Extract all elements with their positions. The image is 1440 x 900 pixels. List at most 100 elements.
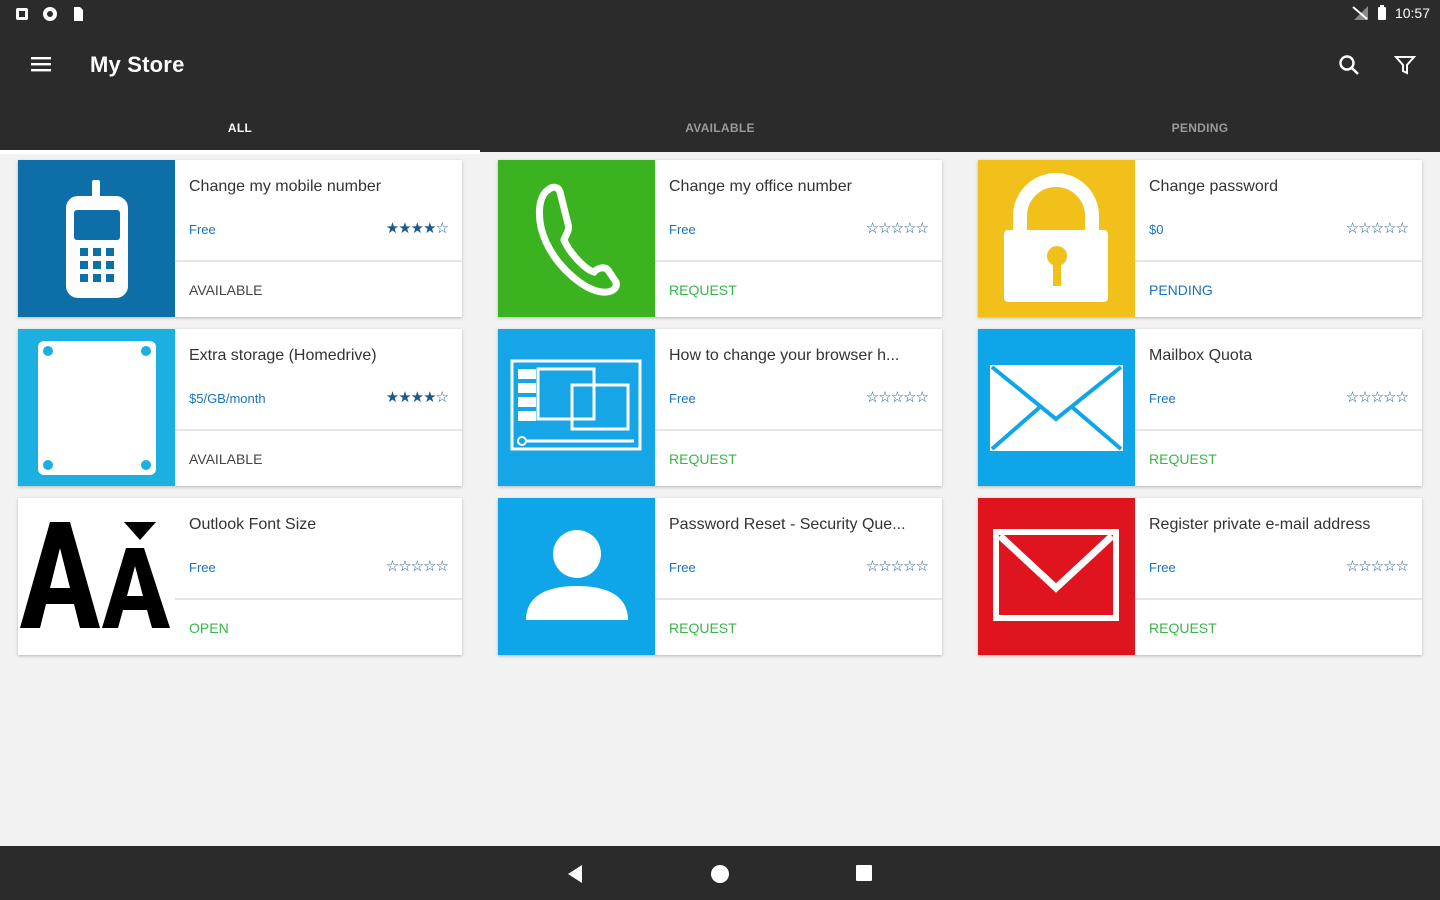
card-title: Mailbox Quota bbox=[1149, 347, 1253, 364]
card-thumbnail bbox=[498, 498, 655, 655]
card-body: Change password $0 ☆☆☆☆☆ PENDING bbox=[1135, 160, 1422, 317]
menu-button[interactable] bbox=[26, 50, 56, 80]
card-divider bbox=[1135, 429, 1422, 431]
card-rating-stars: ☆☆☆☆☆ bbox=[865, 558, 929, 575]
card-title: Register private e-mail address bbox=[1149, 516, 1371, 533]
card-status[interactable]: REQUEST bbox=[1149, 620, 1217, 636]
card-body: Password Reset - Security Que... Free ☆☆… bbox=[655, 498, 942, 655]
mobile-phone-icon bbox=[66, 180, 128, 298]
catalog-card-register-private-email[interactable]: Register private e-mail address Free ☆☆☆… bbox=[978, 498, 1422, 655]
home-icon bbox=[711, 865, 729, 883]
card-thumbnail bbox=[978, 329, 1135, 486]
card-status[interactable]: REQUEST bbox=[669, 451, 737, 467]
catalog-card-extra-storage[interactable]: Extra storage (Homedrive) $5/GB/month ★★… bbox=[18, 329, 462, 486]
card-divider bbox=[655, 598, 942, 600]
notification-icon bbox=[16, 8, 28, 20]
browser-window-icon bbox=[510, 359, 642, 451]
home-button[interactable] bbox=[708, 862, 732, 886]
sync-icon bbox=[43, 7, 57, 21]
tab-bar: ALL AVAILABLE PENDING bbox=[0, 112, 1440, 154]
card-divider bbox=[655, 260, 942, 262]
card-status[interactable]: AVAILABLE bbox=[189, 282, 262, 298]
card-title: Outlook Font Size bbox=[189, 516, 317, 533]
card-divider bbox=[175, 429, 462, 431]
app-bar: My Store ALL AVAILABLE PENDING bbox=[0, 30, 1440, 154]
card-rating-stars: ☆☆☆☆☆ bbox=[1345, 389, 1409, 406]
card-rating-stars: ★★★★☆ bbox=[385, 389, 449, 406]
card-price: Free bbox=[1149, 391, 1176, 406]
font-size-icon bbox=[20, 522, 170, 628]
padlock-icon bbox=[1004, 173, 1108, 302]
tab-available[interactable]: AVAILABLE bbox=[480, 112, 960, 152]
status-bar: 10:57 bbox=[0, 0, 1440, 30]
card-price: Free bbox=[669, 391, 696, 406]
card-price: Free bbox=[669, 560, 696, 575]
card-status[interactable]: OPEN bbox=[189, 620, 229, 636]
card-thumbnail bbox=[498, 160, 655, 317]
system-nav-bar bbox=[0, 846, 1440, 900]
card-thumbnail bbox=[18, 498, 175, 655]
page-title: My Store bbox=[90, 52, 185, 77]
card-rating-stars: ☆☆☆☆☆ bbox=[865, 389, 929, 406]
card-body: Register private e-mail address Free ☆☆☆… bbox=[1135, 498, 1422, 655]
filter-button[interactable] bbox=[1390, 50, 1420, 80]
card-rating-stars: ☆☆☆☆☆ bbox=[1345, 220, 1409, 237]
card-status[interactable]: PENDING bbox=[1149, 282, 1213, 298]
card-divider bbox=[1135, 260, 1422, 262]
card-thumbnail bbox=[498, 329, 655, 486]
card-thumbnail bbox=[18, 329, 175, 486]
card-price: Free bbox=[669, 222, 696, 237]
status-right: 10:57 bbox=[1351, 5, 1430, 21]
card-thumbnail bbox=[978, 498, 1135, 655]
back-button[interactable] bbox=[564, 862, 588, 886]
catalog-card-browser-homepage[interactable]: How to change your browser h... Free ☆☆☆… bbox=[498, 329, 942, 486]
no-signal-icon bbox=[1352, 6, 1368, 20]
card-divider bbox=[175, 260, 462, 262]
catalog-card-change-office-number[interactable]: Change my office number Free ☆☆☆☆☆ REQUE… bbox=[498, 160, 942, 317]
card-status[interactable]: REQUEST bbox=[669, 620, 737, 636]
catalog-card-change-password[interactable]: Change password $0 ☆☆☆☆☆ PENDING bbox=[978, 160, 1422, 317]
card-price: $0 bbox=[1149, 222, 1164, 237]
card-divider bbox=[655, 429, 942, 431]
card-status[interactable]: AVAILABLE bbox=[189, 451, 262, 467]
phone-handset-icon bbox=[536, 183, 620, 296]
sd-card-icon bbox=[74, 7, 83, 21]
card-rating-stars: ☆☆☆☆☆ bbox=[385, 558, 449, 575]
recents-icon bbox=[856, 865, 872, 881]
card-title: How to change your browser h... bbox=[669, 347, 900, 364]
envelope-icon bbox=[990, 365, 1123, 451]
card-title: Password Reset - Security Que... bbox=[669, 516, 906, 533]
card-body: Outlook Font Size Free ☆☆☆☆☆ OPEN bbox=[175, 498, 462, 655]
card-body: Change my office number Free ☆☆☆☆☆ REQUE… bbox=[655, 160, 942, 317]
card-rating-stars: ★★★★☆ bbox=[385, 220, 449, 237]
card-body: Extra storage (Homedrive) $5/GB/month ★★… bbox=[175, 329, 462, 486]
card-title: Change my mobile number bbox=[189, 178, 382, 195]
menu-icon bbox=[31, 57, 51, 72]
back-icon bbox=[568, 865, 582, 883]
card-thumbnail bbox=[18, 160, 175, 317]
search-button[interactable] bbox=[1334, 50, 1364, 80]
recents-button[interactable] bbox=[852, 862, 876, 886]
card-title: Change password bbox=[1149, 178, 1278, 195]
filter-icon bbox=[1393, 56, 1417, 75]
card-title: Change my office number bbox=[669, 178, 852, 195]
battery-icon bbox=[1377, 5, 1386, 20]
card-price: $5/GB/month bbox=[189, 391, 266, 406]
card-price: Free bbox=[189, 560, 216, 575]
card-divider bbox=[1135, 598, 1422, 600]
card-status[interactable]: REQUEST bbox=[669, 282, 737, 298]
tab-pending[interactable]: PENDING bbox=[960, 112, 1440, 152]
catalog-card-mailbox-quota[interactable]: Mailbox Quota Free ☆☆☆☆☆ REQUEST bbox=[978, 329, 1422, 486]
card-price: Free bbox=[1149, 560, 1176, 575]
tab-all[interactable]: ALL bbox=[0, 112, 480, 154]
card-status[interactable]: REQUEST bbox=[1149, 451, 1217, 467]
status-left-icons bbox=[14, 6, 86, 22]
card-divider bbox=[175, 598, 462, 600]
card-title: Extra storage (Homedrive) bbox=[189, 347, 377, 364]
hard-drive-icon bbox=[38, 341, 156, 475]
catalog-card-password-reset[interactable]: Password Reset - Security Que... Free ☆☆… bbox=[498, 498, 942, 655]
catalog-card-change-mobile-number[interactable]: Change my mobile number Free ★★★★☆ AVAIL… bbox=[18, 160, 462, 317]
card-rating-stars: ☆☆☆☆☆ bbox=[865, 220, 929, 237]
catalog-card-outlook-font-size[interactable]: Outlook Font Size Free ☆☆☆☆☆ OPEN bbox=[18, 498, 462, 655]
card-thumbnail bbox=[978, 160, 1135, 317]
